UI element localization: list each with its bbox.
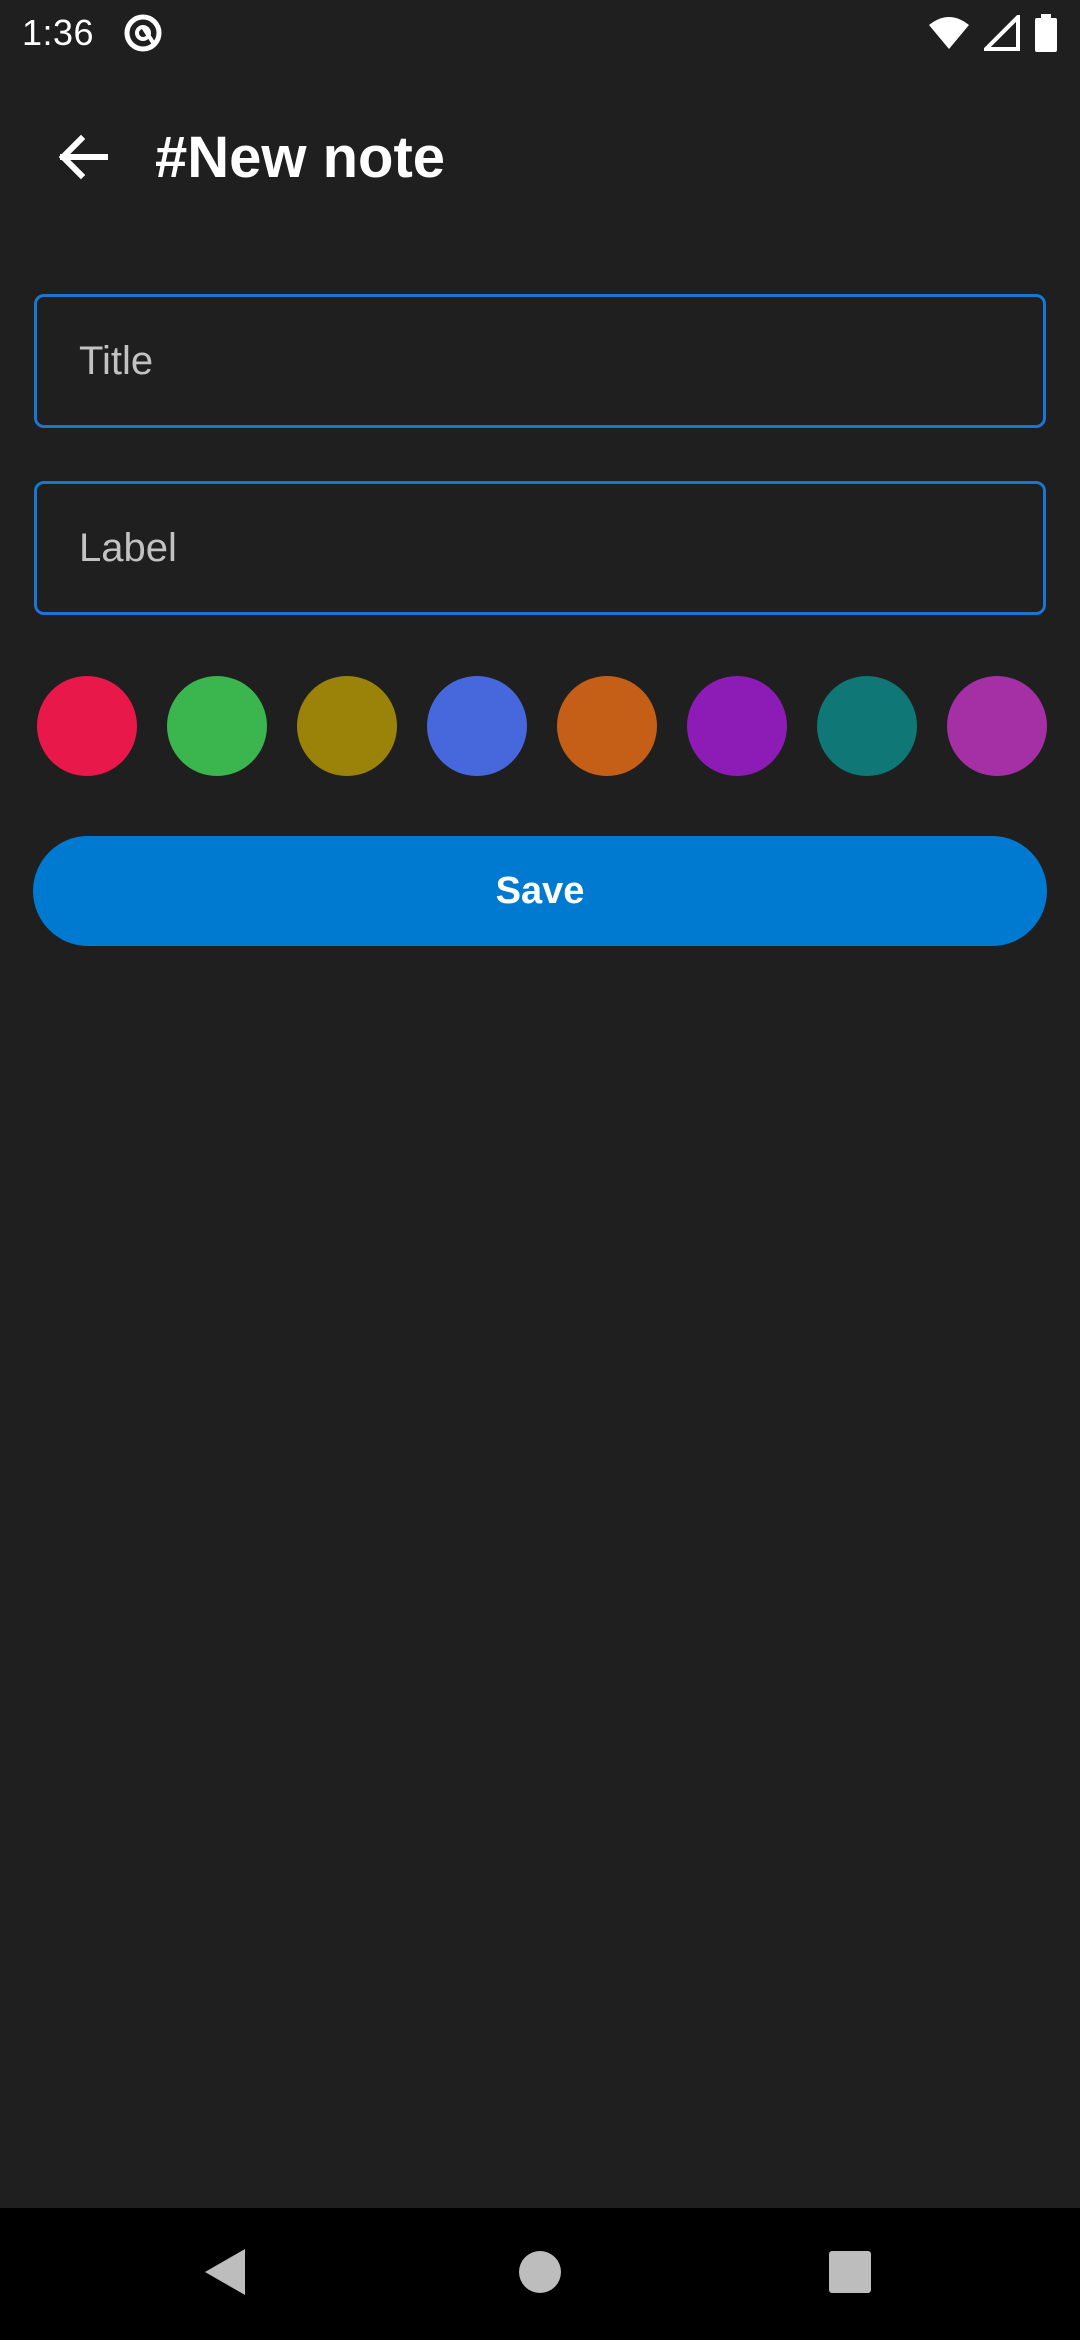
- save-button[interactable]: Save: [33, 836, 1047, 946]
- color-swatch-olive[interactable]: [297, 676, 397, 776]
- color-swatch-teal[interactable]: [817, 676, 917, 776]
- title-input[interactable]: [37, 297, 1043, 425]
- status-left: 1:36: [22, 12, 164, 54]
- status-time: 1:36: [22, 12, 95, 53]
- color-swatch-blue[interactable]: [427, 676, 527, 776]
- app-bar: #New note: [0, 80, 1080, 230]
- nav-home-button[interactable]: [504, 2238, 576, 2310]
- label-input[interactable]: [37, 484, 1043, 612]
- status-right: [928, 14, 1058, 52]
- color-swatch-red[interactable]: [37, 676, 137, 776]
- color-swatch-purple[interactable]: [687, 676, 787, 776]
- nav-back-button[interactable]: [190, 2238, 262, 2310]
- label-field[interactable]: [34, 481, 1046, 615]
- color-picker: [37, 676, 1047, 776]
- new-note-screen: 1:36 #New note Title Label Save: [0, 0, 1080, 2340]
- nav-recents-button[interactable]: [814, 2238, 886, 2310]
- battery-icon: [1034, 14, 1058, 52]
- at-sign-icon: [122, 12, 164, 54]
- color-swatch-magenta[interactable]: [947, 676, 1047, 776]
- color-swatch-green[interactable]: [167, 676, 267, 776]
- home-circle-icon: [518, 2250, 562, 2299]
- cell-signal-icon: [984, 15, 1020, 51]
- page-title: #New note: [155, 125, 446, 190]
- back-button[interactable]: [40, 116, 126, 202]
- status-bar: 1:36: [0, 0, 1080, 66]
- navigation-bar: [0, 2208, 1080, 2340]
- color-swatch-orange[interactable]: [557, 676, 657, 776]
- back-triangle-icon: [203, 2247, 249, 2302]
- title-field[interactable]: [34, 294, 1046, 428]
- recents-square-icon: [829, 2250, 871, 2298]
- arrow-left-icon: [57, 131, 109, 188]
- wifi-icon: [928, 15, 970, 51]
